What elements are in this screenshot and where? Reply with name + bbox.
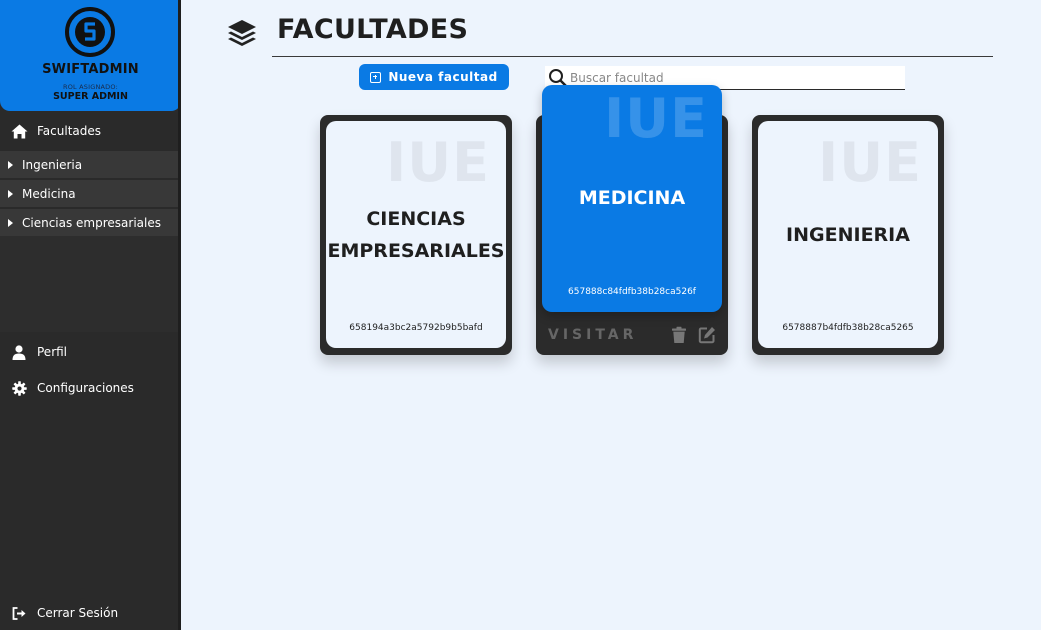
card-title: MEDICINA [542,182,722,214]
sidebar-item-medicina[interactable]: Medicina [0,180,181,207]
sidebar-item-ingenieria[interactable]: Ingenieria [0,151,181,178]
card-id: 6578887b4fdfb38b28ca5265 [782,323,914,333]
title-divider [272,56,993,57]
trash-icon[interactable] [670,326,688,344]
card-title-line: EMPRESARIALES [327,240,505,262]
card-title: INGENIERIA [758,219,938,251]
faculty-card-ciencias-empresariales[interactable]: IUE CIENCIAS EMPRESARIALES 658194a3bc2a5… [320,115,512,355]
faculty-card-medicina[interactable]: IUE MEDICINA 657888c84fdfb38b28ca526f VI… [536,85,728,355]
caret-right-icon [8,189,13,198]
card-title-line: MEDICINA [578,187,686,209]
page-title: FACULTADES [277,14,469,45]
brand-logo [65,7,115,57]
card-face: IUE INGENIERIA 6578887b4fdfb38b28ca5265 [758,121,938,348]
new-faculty-label: Nueva facultad [388,70,498,84]
plus-square-icon [370,71,382,83]
user-icon [10,344,28,360]
nav-item-label: Cerrar Sesión [37,606,119,620]
nav-item-label: Perfil [37,345,68,359]
nav-item-label: Facultades [37,124,102,138]
search-input[interactable] [570,70,890,85]
card-id: 658194a3bc2a5792b9b5bafd [349,323,483,333]
nav-item-perfil[interactable]: Perfil [0,339,181,365]
caret-right-icon [8,160,13,169]
card-title: CIENCIAS EMPRESARIALES [326,203,506,267]
faculty-submenu: Ingenieria Medicina Ciencias empresarial… [0,151,181,238]
card-title-line: INGENIERIA [786,224,910,246]
edit-icon[interactable] [698,326,716,344]
sidebar: SWIFTADMIN ROL ASIGNADO: SUPER ADMIN Fac… [0,0,181,630]
logout-button[interactable]: Cerrar Sesión [0,600,181,626]
logout-icon [10,605,28,621]
visit-button[interactable]: VISITAR [548,327,637,343]
brand-role: SUPER ADMIN [53,91,128,102]
card-face: IUE CIENCIAS EMPRESARIALES 658194a3bc2a5… [326,121,506,348]
card-watermark: IUE [604,87,708,150]
caret-right-icon [8,218,13,227]
sidebar-item-ciencias-empresariales[interactable]: Ciencias empresariales [0,209,181,236]
card-watermark: IUE [386,131,490,194]
sidebar-item-label: Ciencias empresariales [22,215,161,230]
gear-icon [10,380,28,396]
new-faculty-button[interactable]: Nueva facultad [359,64,509,90]
card-id: 657888c84fdfb38b28ca526f [568,287,696,297]
sidebar-item-label: Ingenieria [22,157,83,172]
brand-role-label: ROL ASIGNADO: [63,83,118,91]
brand-panel: SWIFTADMIN ROL ASIGNADO: SUPER ADMIN [0,0,181,111]
nav-item-label: Configuraciones [37,381,134,395]
card-watermark: IUE [818,131,922,194]
sidebar-spacer [0,236,178,332]
card-title-line: CIENCIAS [366,208,466,230]
layers-icon [228,20,256,46]
brand-name: SWIFTADMIN [42,62,139,77]
faculty-card-ingenieria[interactable]: IUE INGENIERIA 6578887b4fdfb38b28ca5265 [752,115,944,355]
sidebar-item-label: Medicina [22,186,76,201]
card-face: IUE MEDICINA 657888c84fdfb38b28ca526f [542,85,722,312]
nav-item-configuraciones[interactable]: Configuraciones [0,375,181,401]
home-icon [10,123,28,139]
nav-item-facultades[interactable]: Facultades [0,116,181,146]
